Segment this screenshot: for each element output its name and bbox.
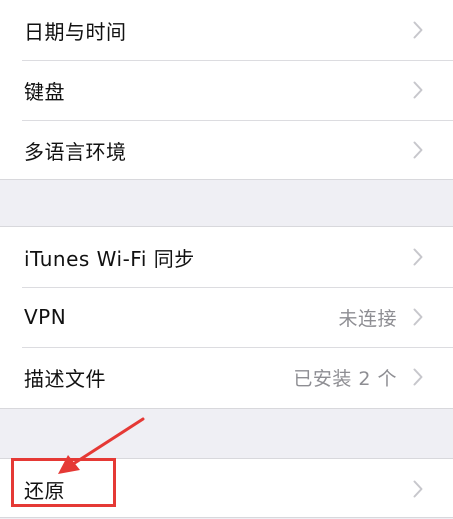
settings-group-connectivity: iTunes Wi-Fi 同步 VPN 未连接 描述文件 已安装 2 个 <box>0 226 453 409</box>
settings-group-general: 日期与时间 键盘 多语言环境 <box>0 0 453 180</box>
row-date-time[interactable]: 日期与时间 <box>0 0 453 60</box>
chevron-right-icon <box>413 21 423 39</box>
row-profiles[interactable]: 描述文件 已安装 2 个 <box>0 347 453 407</box>
row-vpn-status: 未连接 <box>338 307 397 330</box>
row-date-time-label: 日期与时间 <box>24 19 127 44</box>
row-profiles-count: 已安装 2 个 <box>293 367 397 390</box>
row-vpn[interactable]: VPN 未连接 <box>0 287 453 347</box>
row-itunes-wifi-sync-label: iTunes Wi-Fi 同步 <box>24 246 195 271</box>
chevron-right-icon <box>413 141 423 159</box>
chevron-right-icon <box>413 248 423 266</box>
chevron-right-icon <box>413 308 423 326</box>
annotation-highlight-box <box>11 458 116 507</box>
row-language-region-label: 多语言环境 <box>24 139 127 164</box>
settings-screen: 日期与时间 键盘 多语言环境 iTunes Wi-Fi 同步 VPN 未连接 描… <box>0 0 453 518</box>
row-vpn-label: VPN <box>24 305 67 329</box>
chevron-right-icon <box>413 81 423 99</box>
row-profiles-label: 描述文件 <box>24 366 106 391</box>
row-keyboard-label: 键盘 <box>24 79 65 104</box>
row-keyboard[interactable]: 键盘 <box>0 60 453 120</box>
chevron-right-icon <box>413 368 423 386</box>
row-itunes-wifi-sync[interactable]: iTunes Wi-Fi 同步 <box>0 227 453 287</box>
chevron-right-icon <box>413 480 423 498</box>
row-language-region[interactable]: 多语言环境 <box>0 120 453 180</box>
